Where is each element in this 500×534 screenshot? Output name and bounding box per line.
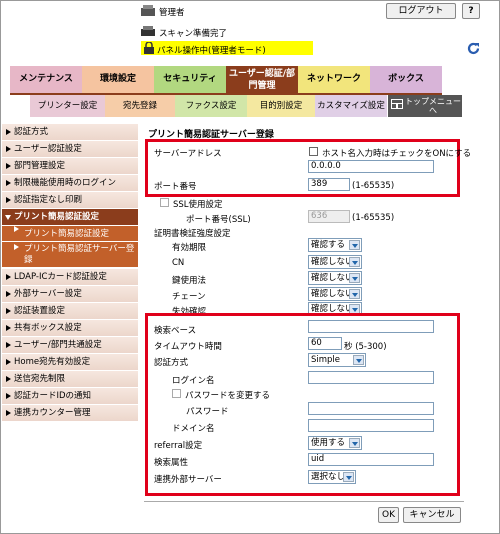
search-base-label: 検索ベース — [154, 326, 197, 336]
change-password-checkbox[interactable] — [172, 389, 181, 398]
cert-expiry-select[interactable]: 確認する — [308, 238, 362, 252]
sidebar-item-auth-device[interactable]: 認証装置設定 — [2, 303, 138, 320]
tab-security[interactable]: セキュリティ — [154, 66, 226, 93]
port-input[interactable]: 389 — [308, 178, 350, 191]
sidebar-subitem-print-auth-settings[interactable]: プリント簡易認証設定 — [2, 226, 138, 242]
subtab-purpose[interactable]: 目的別設定 — [247, 95, 315, 117]
sidebar-item-restricted-login[interactable]: 制限機能使用時のログイン — [2, 175, 138, 192]
host-name-check-label: ホスト名入力時はチェックをONにする — [322, 149, 472, 159]
sidebar-subitem-print-auth-server[interactable]: プリント簡易認証サーバー登録 — [2, 242, 138, 268]
host-name-checkbox[interactable] — [309, 147, 318, 156]
sidebar-item-user-auth[interactable]: ユーザー認証設定 — [2, 141, 138, 158]
cert-cn-label: CN — [172, 258, 185, 268]
server-address-label: サーバーアドレス — [154, 149, 222, 159]
cert-keyusage-label: 鍵使用法 — [172, 276, 207, 286]
user-label: 管理者 — [159, 8, 185, 18]
search-base-input[interactable] — [308, 320, 434, 333]
chevron-down-icon — [353, 355, 364, 365]
subtab-fax[interactable]: ファクス設定 — [175, 95, 247, 117]
cert-expiry-value: 確認する — [311, 240, 346, 250]
refresh-icon[interactable] — [466, 41, 481, 56]
user-icon — [141, 5, 155, 16]
linked-server-value: 選択なし — [311, 472, 346, 482]
linked-server-label: 連携外部サーバー — [154, 475, 222, 485]
sidebar-item-auth-method[interactable]: 認証方式 — [2, 124, 138, 141]
port-label: ポート番号 — [154, 182, 197, 192]
tab-environment[interactable]: 環境設定 — [82, 66, 154, 93]
cert-chain-value: 確認しない — [311, 289, 354, 299]
sidebar-item-dept-mgmt[interactable]: 部門管理設定 — [2, 158, 138, 175]
timeout-unit: 秒 (5-300) — [344, 342, 387, 352]
referral-select[interactable]: 使用する — [308, 436, 362, 450]
cert-expiry-label: 有効期限 — [172, 243, 207, 253]
cert-cn-value: 確認しない — [311, 257, 354, 267]
help-button[interactable]: ? — [462, 3, 480, 19]
chevron-down-icon — [349, 289, 360, 299]
scanner-icon — [141, 26, 155, 36]
sidebar-item-external-server[interactable]: 外部サーバー設定 — [2, 286, 138, 303]
ssl-port-label: ポート番号(SSL) — [186, 215, 251, 225]
chevron-down-icon — [349, 273, 360, 283]
subtab-address[interactable]: 宛先登録 — [105, 95, 175, 117]
cert-cn-select[interactable]: 確認しない — [308, 255, 362, 269]
ssl-port-range: (1-65535) — [352, 213, 395, 223]
tab-network[interactable]: ネットワーク — [298, 66, 370, 93]
sidebar-item-user-dept-common[interactable]: ユーザー/部門共通設定 — [2, 337, 138, 354]
change-password-label: パスワードを変更する — [185, 391, 271, 401]
chevron-down-icon — [349, 240, 360, 250]
port-range: (1-65535) — [352, 181, 395, 191]
status-text: スキャン準備完了 — [159, 29, 228, 39]
auth-method-value: Simple — [311, 355, 341, 365]
password-label: パスワード — [186, 407, 229, 417]
referral-value: 使用する — [311, 438, 346, 448]
ok-button[interactable]: OK — [378, 507, 399, 523]
sidebar-item-home-dest[interactable]: Home宛先有効設定 — [2, 354, 138, 371]
sidebar-item-card-id-notify[interactable]: 認証カードIDの通知 — [2, 388, 138, 405]
chevron-down-icon — [349, 438, 360, 448]
auth-method-select[interactable]: Simple — [308, 353, 366, 367]
tab-box[interactable]: ボックス — [370, 66, 442, 93]
subtab-printer[interactable]: プリンター設定 — [30, 95, 105, 117]
footer-divider — [144, 501, 464, 502]
subtab-customize[interactable]: カスタマイズ設定 — [315, 95, 387, 117]
lock-icon — [144, 42, 154, 54]
server-address-input[interactable]: 0.0.0.0 — [308, 160, 434, 173]
domain-input[interactable] — [308, 419, 434, 432]
chevron-down-icon — [349, 257, 360, 267]
cancel-button[interactable]: キャンセル — [403, 507, 461, 523]
search-attr-label: 検索属性 — [154, 458, 189, 468]
tab-maintenance[interactable]: メンテナンス — [10, 66, 82, 93]
cert-chain-label: チェーン — [172, 292, 206, 302]
cert-label: 証明書検証強度設定 — [154, 229, 231, 239]
sidebar-item-shared-box[interactable]: 共有ボックス設定 — [2, 320, 138, 337]
tab-user-auth[interactable]: ユーザー認証/部門管理 — [226, 66, 298, 93]
auth-method-label: 認証方式 — [154, 358, 189, 368]
timeout-label: タイムアウト時間 — [154, 342, 222, 352]
top-menu-icon — [391, 99, 403, 109]
sidebar-item-linked-counter[interactable]: 連携カウンター管理 — [2, 405, 138, 422]
chevron-down-icon — [343, 472, 354, 482]
login-name-input[interactable] — [308, 371, 434, 384]
cert-keyusage-select[interactable]: 確認しない — [308, 271, 362, 285]
domain-label: ドメイン名 — [172, 424, 215, 434]
referral-label: referral設定 — [154, 441, 203, 451]
cert-chain-select[interactable]: 確認しない — [308, 287, 362, 301]
logout-button[interactable]: ログアウト — [386, 3, 456, 19]
sidebar-item-print-simple-auth[interactable]: プリント簡易認証設定 — [2, 209, 138, 226]
sidebar-item-ldap-ic[interactable]: LDAP-ICカード認証設定 — [2, 269, 138, 286]
search-attr-input[interactable]: uid — [308, 453, 434, 466]
ssl-port-input[interactable]: 636 — [308, 210, 350, 223]
cert-keyusage-value: 確認しない — [311, 273, 354, 283]
ssl-label: SSL使用設定 — [173, 200, 223, 210]
login-name-label: ログイン名 — [172, 376, 215, 386]
password-input[interactable] — [308, 402, 434, 415]
linked-server-select[interactable]: 選択なし — [308, 470, 356, 484]
sidebar-item-send-restrict[interactable]: 送信宛先制限 — [2, 371, 138, 388]
panel-notice-text: パネル操作中(管理者モード) — [157, 46, 266, 56]
timeout-input[interactable]: 60 — [308, 337, 342, 350]
sidebar-item-no-auth-print[interactable]: 認証指定なし印刷 — [2, 192, 138, 209]
ssl-checkbox[interactable] — [160, 198, 169, 207]
